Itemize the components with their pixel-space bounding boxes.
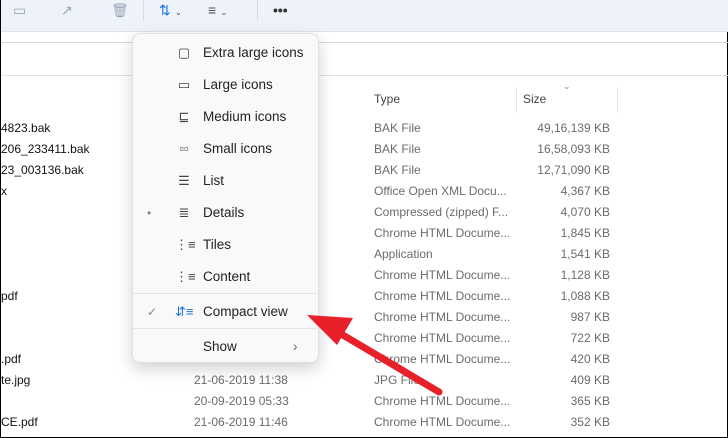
red-arrow-annotation bbox=[307, 315, 443, 396]
